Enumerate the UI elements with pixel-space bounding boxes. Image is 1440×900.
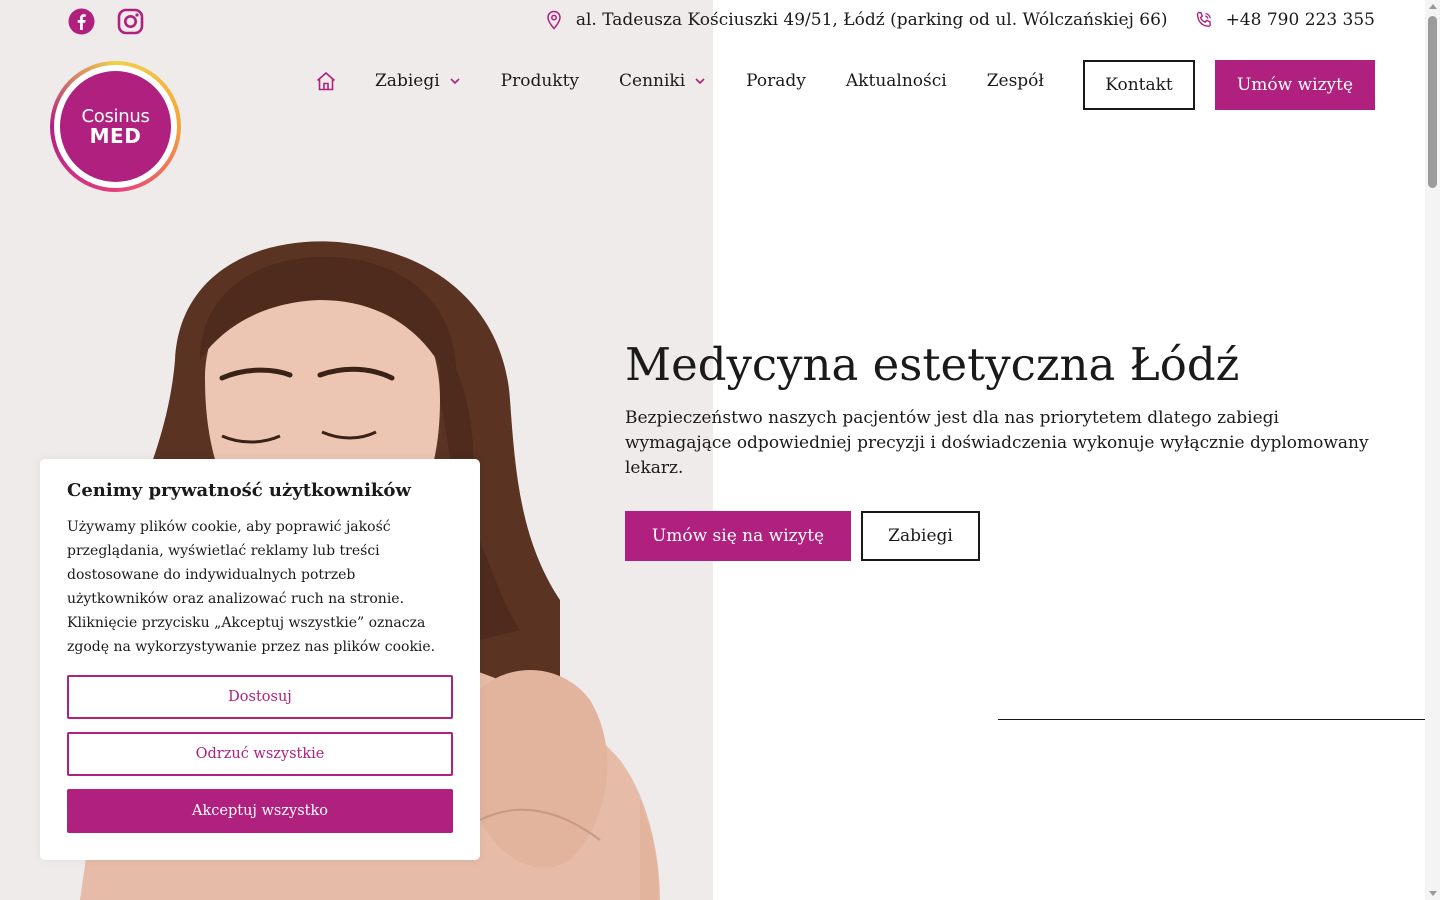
chevron-down-icon [450,78,460,85]
cookie-consent-dialog: Cenimy prywatność użytkowników Używamy p… [40,459,480,860]
nav-item-zabiegi[interactable]: Zabiegi [375,71,461,91]
cookie-customize-button[interactable]: Dostosuj [67,675,453,719]
nav-item-label: Zabiegi [375,71,440,91]
hero-book-button[interactable]: Umów się na wizytę [625,511,851,561]
scroll-down-arrow-icon[interactable] [1429,891,1437,896]
cookie-text: Używamy plików cookie, aby poprawić jako… [67,519,436,655]
chevron-down-icon [695,78,705,85]
logo-text-cosinus: Cosinus [81,105,150,127]
hero-treatments-button[interactable]: Zabiegi [861,511,980,561]
home-icon[interactable] [315,70,337,92]
facebook-icon[interactable] [68,8,95,35]
nav-item-label: Produkty [500,71,580,91]
address-text[interactable]: al. Tadeusza Kościuszki 49/51, Łódź (par… [576,10,1168,30]
scroll-thumb[interactable] [1428,16,1437,188]
contact-info: al. Tadeusza Kościuszki 49/51, Łódź (par… [544,10,1375,30]
nav-item-produkty[interactable]: Produkty [501,71,579,91]
nav-item-aktualnosci[interactable]: Aktualności [846,71,947,91]
scroll-up-arrow-icon[interactable] [1429,4,1437,9]
logo[interactable]: Cosinus MED [50,61,181,192]
main-nav: Zabiegi Produkty Cenniki Porady Aktualno… [315,70,1084,92]
nav-item-label: Aktualności [845,71,947,91]
hero-title: Medycyna estetyczna Łódź [625,338,1240,391]
hero-description: Bezpieczeństwo naszych pacjentów jest dl… [625,408,1369,478]
logo-text-med: MED [89,123,142,148]
divider-line [998,719,1425,720]
nav-item-label: Porady [746,71,806,91]
cookie-accept-button[interactable]: Akceptuj wszystko [67,789,453,833]
book-visit-button[interactable]: Umów wizytę [1215,60,1375,110]
nav-item-cenniki[interactable]: Cenniki [619,71,706,91]
social-links [68,8,144,35]
cookie-reject-button[interactable]: Odrzuć wszystkie [67,732,453,776]
phone-icon [1194,10,1214,30]
location-pin-icon [544,10,564,30]
nav-item-label: Cenniki [619,71,686,91]
cookie-title: Cenimy prywatność użytkowników [67,480,411,501]
nav-item-porady[interactable]: Porady [746,71,806,91]
page-scrollbar[interactable] [1425,0,1440,900]
nav-item-label: Zespół [986,71,1044,91]
instagram-icon[interactable] [117,8,144,35]
kontakt-button[interactable]: Kontakt [1083,60,1195,110]
nav-item-zespol[interactable]: Zespół [987,71,1044,91]
phone-number[interactable]: +48 790 223 355 [1226,10,1375,30]
